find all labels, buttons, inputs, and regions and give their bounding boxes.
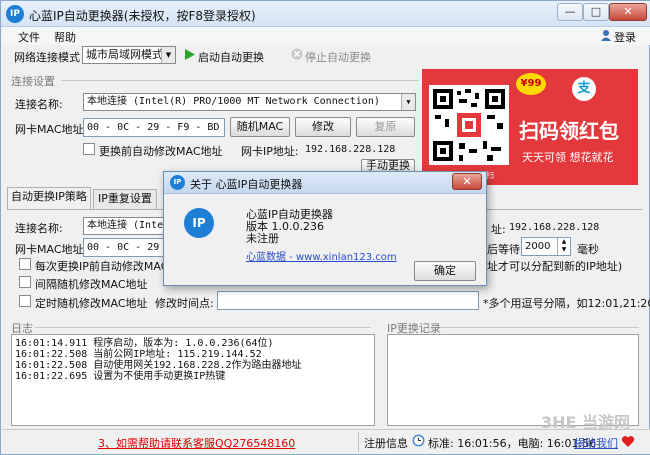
log-line: 16:01:14.911 程序启动，版本为: 1.0.0.236(64位) [15, 338, 274, 349]
main-window: IP 心蓝IP自动更换器(未授权，按F8登录授权) — □ ✕ 文件 帮助 登录… [0, 0, 650, 455]
donate-link[interactable]: 捐助我们 [574, 435, 618, 451]
window-title: 心蓝IP自动更换器(未授权，按F8登录授权) [29, 9, 256, 23]
mode-select-value: 城市局域网模式 [86, 48, 163, 61]
auto-modify-mac-label: 更换前自动修改MAC地址 [99, 145, 223, 158]
login-button[interactable]: 登录 [614, 29, 636, 45]
clock-icon [412, 434, 425, 450]
connection-select-value: 本地连接 (Intel(R) PRO/1000 MT Network Conne… [87, 96, 380, 107]
timed-mac-label: 定时随机修改MAC地址 [35, 297, 148, 310]
strategy-mac-label: 网卡MAC地址: [15, 243, 88, 256]
dialog-app-icon: IP [170, 175, 185, 190]
ad-subline: 天天可领 想花就花 [522, 151, 614, 164]
restore-mac-button[interactable]: 复原 [356, 117, 415, 137]
login-icon [600, 29, 612, 44]
log-divider [35, 327, 371, 328]
app-logo-icon: IP [6, 5, 24, 23]
toolbar: 网络连接模式 城市局域网模式 ▼ 启动自动更换 停止自动更换 [2, 45, 650, 67]
menu-help[interactable]: 帮助 [54, 29, 76, 45]
log-panel[interactable]: 16:01:14.911 程序启动，版本为: 1.0.0.236(64位) 16… [11, 334, 375, 426]
strategy-ip-value: 192.168.228.128 [509, 222, 600, 233]
wait-unit: 毫秒 [577, 243, 599, 256]
status-divider [358, 432, 359, 452]
ip-value: 192.168.228.128 [305, 144, 396, 155]
stop-icon [291, 48, 303, 63]
alipay-icon: 支 [572, 77, 596, 101]
interval-mac-checkbox[interactable] [19, 276, 31, 288]
timed-points-input[interactable] [217, 291, 479, 310]
strategy-connection-select[interactable]: 本地连接 (Intel(R [83, 217, 173, 235]
connection-name-label: 连接名称: [15, 98, 63, 111]
each-change-mac-checkbox[interactable] [19, 258, 31, 270]
log-line: 16:01:22.695 设置为不使用手动更换IP热键 [15, 371, 226, 382]
ip-label: 网卡IP地址: [241, 145, 299, 158]
price-badge: ¥99 [516, 73, 546, 95]
tab-ip-repeat[interactable]: IP重复设置 [93, 189, 157, 209]
menu-bar: 文件 帮助 登录 [2, 27, 650, 45]
help-contact-link[interactable]: 3、如需帮助请联系客服QQ276548160 [98, 435, 295, 451]
dialog-close-button[interactable]: ✕ [452, 173, 482, 190]
strategy-ip-label: 址: [491, 223, 506, 236]
chevron-down-icon: ▼ [161, 47, 175, 63]
log-line: 16:01:22.508 自动使用网关192.168.228.2作为路由器地址 [15, 360, 302, 371]
close-button[interactable]: ✕ [609, 3, 647, 21]
dialog-logo-icon: IP [184, 208, 214, 238]
time-status: 标准: 16:01:56，电脑: 16:01:56 [428, 437, 597, 450]
maximize-button[interactable]: □ [583, 3, 609, 21]
interval-mac-label: 间隔随机修改MAC地址 [35, 278, 148, 291]
auto-modify-mac-checkbox[interactable] [83, 143, 95, 155]
strategy-note: 址才可以分配到新的IP地址) [487, 260, 623, 273]
start-auto-button[interactable]: 启动自动更换 [198, 49, 264, 65]
wait-spinner[interactable]: ▲ ▼ [557, 238, 570, 255]
dialog-title: 关于 心蓝IP自动更换器 [190, 178, 303, 191]
qr-code [429, 85, 509, 165]
title-bar[interactable]: IP 心蓝IP自动更换器(未授权，按F8登录授权) — □ ✕ [1, 1, 650, 27]
mode-select[interactable]: 城市局域网模式 ▼ [82, 46, 176, 64]
dialog-title-bar[interactable]: IP 关于 心蓝IP自动更换器 ✕ [164, 172, 486, 194]
ip-record-divider [441, 327, 639, 328]
ad-banner[interactable]: ¥99 支 扫码领红包 天天可领 想花就花 一扫 [422, 69, 638, 185]
dialog-website-link[interactable]: 心蓝数据 - www.xinlan123.com [246, 248, 397, 263]
reg-info-label: 注册信息 [364, 437, 408, 450]
mac-input[interactable]: 00 - 0C - 29 - F9 - BD - 07 [83, 118, 225, 137]
tab-auto-strategy[interactable]: 自动更换IP策略 [7, 187, 91, 209]
mac-label: 网卡MAC地址: [15, 123, 88, 136]
timed-mac-checkbox[interactable] [19, 295, 31, 307]
modify-mac-button[interactable]: 修改 [295, 117, 351, 137]
timed-note: *多个用逗号分隔，如12:01,21:20 [483, 297, 650, 310]
log-line: 16:01:22.508 当前公网IP地址: 115.219.144.52 [15, 349, 262, 360]
about-dialog: IP 关于 心蓝IP自动更换器 ✕ IP 心蓝IP自动更换器 版本 1.0.0.… [163, 171, 487, 286]
strategy-name-label: 连接名称: [15, 222, 63, 235]
dialog-reg-status: 未注册 [246, 232, 279, 245]
ad-headline: 扫码领红包 [519, 119, 619, 143]
stop-auto-button[interactable]: 停止自动更换 [305, 49, 371, 65]
mode-label: 网络连接模式 [14, 51, 80, 64]
status-bar: 3、如需帮助请联系客服QQ276548160 注册信息 标准: 16:01:56… [2, 429, 650, 454]
strategy-mac-input[interactable]: 00 - 0C - 29 - F9 [83, 238, 173, 257]
chevron-down-icon: ▼ [401, 94, 415, 110]
section-divider [61, 80, 419, 81]
minimize-button[interactable]: — [557, 3, 583, 21]
dialog-ok-button[interactable]: 确定 [414, 261, 476, 281]
connection-select[interactable]: 本地连接 (Intel(R) PRO/1000 MT Network Conne… [83, 93, 416, 111]
heart-icon [621, 435, 635, 451]
random-mac-button[interactable]: 随机MAC [230, 117, 290, 137]
menu-file[interactable]: 文件 [18, 29, 40, 45]
wait-label: 后等待: [487, 243, 524, 256]
play-icon [185, 49, 195, 63]
timed-points-label: 修改时间点: [155, 297, 214, 310]
connection-section-title: 连接设置 [11, 75, 55, 88]
